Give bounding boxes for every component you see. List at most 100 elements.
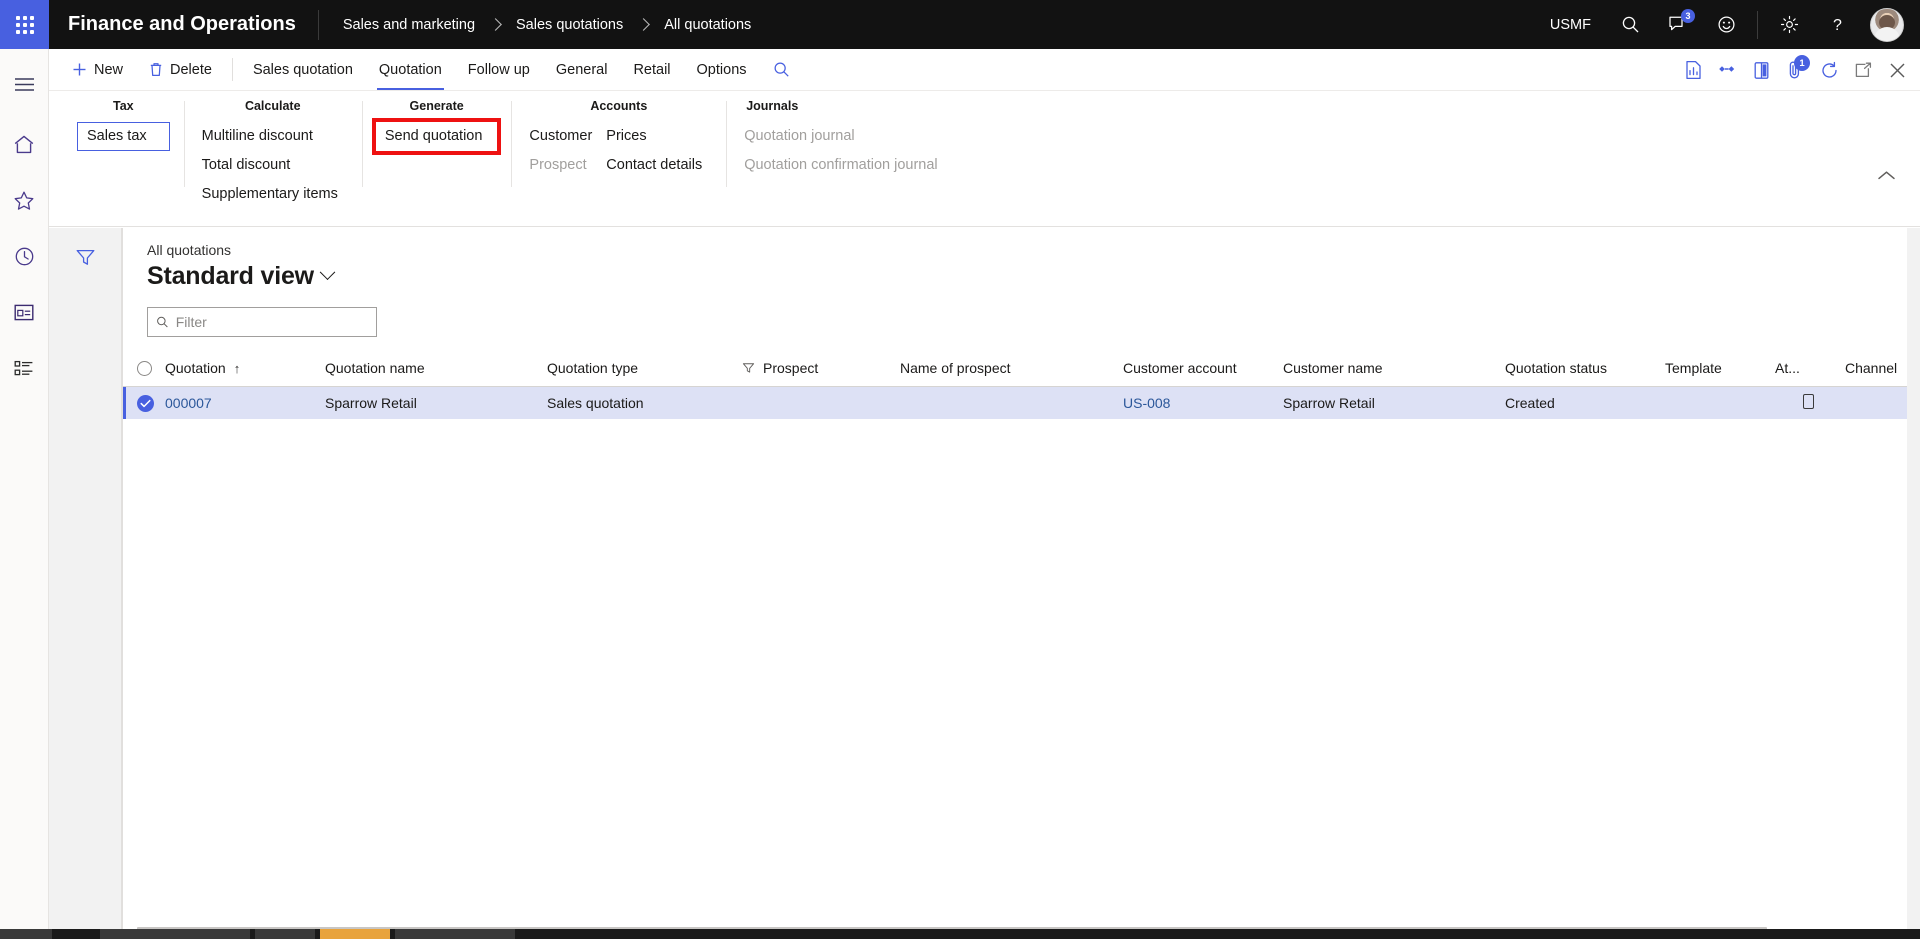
column-header-quotation[interactable]: Quotation ↑ [159, 351, 319, 387]
ribbon-button-supplementary-items[interactable]: Supplementary items [198, 180, 348, 209]
app-launcher-button[interactable] [0, 0, 49, 49]
refresh-button[interactable] [1812, 49, 1846, 91]
app-title: Finance and Operations [68, 13, 296, 35]
customer-account-link[interactable]: US-008 [1123, 395, 1170, 411]
column-header-prospect[interactable]: Prospect [736, 351, 894, 387]
open-in-new-window-button[interactable] [1846, 49, 1880, 91]
report-button[interactable] [1676, 49, 1710, 91]
tab-retail[interactable]: Retail [620, 49, 683, 90]
home-icon [14, 135, 34, 153]
settings-button[interactable] [1766, 0, 1812, 49]
ribbon-button-multiline-discount[interactable]: Multiline discount [198, 122, 348, 151]
quick-filter[interactable] [147, 307, 377, 337]
breadcrumb: Sales and marketing Sales quotations All… [319, 0, 751, 49]
relationships-button[interactable] [1710, 49, 1744, 91]
column-header-quotation-type[interactable]: Quotation type [541, 351, 736, 387]
column-header-label: Quotation type [547, 360, 639, 376]
taskbar-item[interactable] [100, 929, 250, 939]
office-panel-icon [1754, 61, 1768, 79]
tab-sales-quotation[interactable]: Sales quotation [240, 49, 366, 90]
header-divider-2 [1757, 10, 1758, 39]
list-modules-icon [14, 360, 33, 375]
filter-input[interactable] [175, 314, 368, 330]
attachments-button[interactable]: 1 [1778, 49, 1812, 91]
row-selector[interactable] [123, 386, 159, 420]
left-navigation-rail [0, 49, 49, 939]
column-header-quotation-name[interactable]: Quotation name [319, 351, 541, 387]
tab-options[interactable]: Options [684, 49, 760, 90]
taskbar-item[interactable] [395, 929, 515, 939]
taskbar-item[interactable] [0, 929, 52, 939]
taskbar-item[interactable] [255, 929, 315, 939]
sidebar-item-home[interactable] [0, 123, 49, 165]
sidebar-item-recent[interactable] [0, 235, 49, 277]
grid-panel: All quotations Standard view Filter Quot… [122, 228, 1907, 931]
search-button[interactable] [1607, 0, 1653, 49]
cell-quotation[interactable]: 000007 [159, 386, 319, 420]
column-header-select-all[interactable] [123, 351, 159, 387]
ribbon-button-sales-tax[interactable]: Sales tax [77, 122, 170, 151]
column-header-name-of-prospect[interactable]: Name of prospect [894, 351, 1117, 387]
filter-pane-toggle[interactable] [70, 242, 100, 272]
sidebar-item-workspaces[interactable] [0, 291, 49, 333]
tab-follow-up[interactable]: Follow up [455, 49, 543, 90]
svg-text:?: ? [1833, 17, 1842, 34]
action-search-button[interactable] [760, 49, 803, 90]
column-header-attachments[interactable]: At... [1769, 351, 1839, 387]
quotation-link[interactable]: 000007 [165, 395, 212, 411]
help-question-icon: ? [1833, 17, 1842, 34]
ribbon-button-total-discount[interactable]: Total discount [198, 151, 348, 180]
cell-template[interactable] [1659, 386, 1769, 420]
company-selector[interactable]: USMF [1536, 17, 1605, 33]
table-row[interactable]: 000007 Sparrow Retail Sales quotation US… [123, 386, 1907, 420]
row-selected-check-icon [137, 394, 154, 412]
new-button[interactable]: New [59, 49, 136, 90]
cell-channel[interactable] [1839, 386, 1907, 420]
chevron-right-icon [637, 18, 651, 31]
help-button[interactable]: ? [1814, 0, 1860, 49]
tab-quotation[interactable]: Quotation [366, 49, 455, 90]
ribbon-button-contact-details[interactable]: Contact details [602, 151, 712, 180]
ribbon-button-send-quotation[interactable]: Send quotation [371, 118, 502, 155]
action-pane-tabstrip: New Delete Sales quotation Quotation Fol… [49, 49, 1920, 91]
column-header-quotation-status[interactable]: Quotation status [1499, 351, 1659, 387]
breadcrumb-item-group[interactable]: Sales quotations [516, 17, 623, 33]
sidebar-item-modules[interactable] [0, 347, 49, 389]
taskbar-item-active[interactable] [320, 929, 390, 939]
ribbon-button-customer[interactable]: Customer [525, 122, 602, 151]
ribbon-group-journals: Journals Quotation journal Quotation con… [726, 99, 961, 191]
tabstrip-divider [231, 58, 233, 81]
cell-customer-account[interactable]: US-008 [1117, 386, 1277, 420]
cell-prospect[interactable] [736, 386, 894, 420]
notifications-button[interactable]: 3 [1655, 0, 1701, 49]
search-icon [157, 316, 168, 328]
cell-quotation-name[interactable]: Sparrow Retail [319, 386, 541, 420]
ribbon-group-title: Journals [746, 99, 799, 113]
cell-quotation-status[interactable]: Created [1499, 386, 1659, 420]
avatar[interactable] [1870, 7, 1904, 42]
tab-general[interactable]: General [543, 49, 621, 90]
sidebar-item-expand-navigation[interactable] [0, 63, 49, 105]
view-selector[interactable]: Standard view [123, 258, 1907, 291]
ribbon-button-prices[interactable]: Prices [602, 122, 712, 151]
column-header-channel[interactable]: Channel [1839, 351, 1907, 387]
breadcrumb-item-module[interactable]: Sales and marketing [343, 17, 475, 33]
delete-button[interactable]: Delete [136, 49, 225, 90]
sidebar-item-favorites[interactable] [0, 179, 49, 221]
office-panel-button[interactable] [1744, 49, 1778, 91]
quotations-grid: Quotation ↑ Quotation name Quotation typ… [123, 351, 1907, 420]
column-header-customer-name[interactable]: Customer name [1277, 351, 1499, 387]
cell-customer-name[interactable]: Sparrow Retail [1277, 386, 1499, 420]
breadcrumb-item-page[interactable]: All quotations [664, 17, 751, 33]
action-pane-right-icons: 1 [1676, 49, 1914, 91]
filter-pane-rail [49, 228, 122, 931]
cell-name-of-prospect[interactable] [894, 386, 1117, 420]
close-button[interactable] [1880, 49, 1914, 91]
column-header-template[interactable]: Template [1659, 351, 1769, 387]
cell-attachments[interactable] [1769, 386, 1839, 420]
feedback-button[interactable] [1703, 0, 1749, 49]
cell-quotation-type[interactable]: Sales quotation [541, 386, 736, 420]
collapse-ribbon-button[interactable] [1872, 163, 1900, 187]
column-header-customer-account[interactable]: Customer account [1117, 351, 1277, 387]
close-icon [1889, 62, 1905, 78]
